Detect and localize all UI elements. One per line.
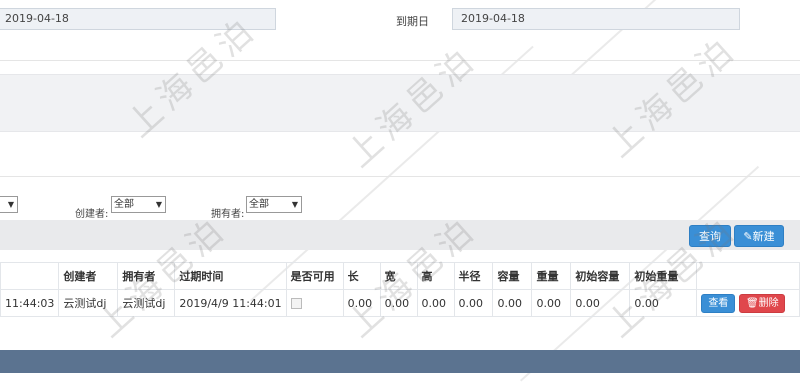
column-header: 高 (416, 262, 455, 290)
trash-icon: 🗑 (745, 298, 759, 309)
cell-actions: 查看 🗑删除 (696, 289, 800, 317)
enabled-checkbox[interactable] (290, 298, 302, 309)
column-header: 容量 (492, 262, 533, 290)
column-header: 重量 (531, 262, 572, 290)
cell-width: 0.00 (379, 289, 418, 317)
cell-creator: 云测试dj (58, 289, 119, 317)
table-header-row: 创建者 拥有者 过期时间 是否可用 长 宽 高 半径 容量 重量 初始容量 初始… (0, 262, 800, 290)
cell-enabled (285, 289, 344, 317)
divider (0, 60, 800, 61)
cell-time: 11:44:03 (0, 289, 60, 317)
prev-filter-select[interactable]: ▼ (0, 196, 18, 213)
creator-filter-label: 创建者: (75, 209, 109, 220)
column-header: 过期时间 (174, 262, 287, 290)
creator-filter-value: 全部 (114, 199, 134, 210)
owner-filter-select[interactable]: 全部 ▼ (246, 196, 302, 213)
query-button[interactable]: 查询 (689, 225, 731, 247)
start-date-field[interactable]: 2019-04-18 (0, 8, 276, 30)
column-header: 长 (342, 262, 381, 290)
cell-expire: 2019/4/9 11:44:01 (174, 289, 287, 317)
chevron-down-icon: ▼ (7, 200, 14, 209)
table-row: 11:44:03 云测试dj 云测试dj 2019/4/9 11:44:01 0… (0, 289, 800, 317)
column-header (0, 262, 60, 290)
new-label: 新建 (752, 230, 775, 243)
chevron-down-icon: ▼ (291, 200, 298, 209)
delete-button[interactable]: 🗑删除 (739, 294, 786, 313)
cell-init-capacity: 0.00 (570, 289, 631, 317)
column-header: 创建者 (58, 262, 119, 290)
query-label: 查询 (699, 230, 721, 243)
due-date-label: 到期日 (396, 15, 429, 28)
section-header-band (0, 74, 800, 132)
column-header: 拥有者 (117, 262, 176, 290)
view-label: 查看 (708, 298, 729, 309)
view-button[interactable]: 查看 (701, 294, 736, 313)
cell-height: 0.00 (416, 289, 455, 317)
column-header: 初始容量 (570, 262, 631, 290)
new-button[interactable]: ✎新建 (734, 225, 784, 247)
footer-bar (0, 350, 800, 373)
pencil-icon: ✎ (743, 230, 753, 243)
cell-capacity: 0.00 (492, 289, 533, 317)
column-header: 是否可用 (285, 262, 344, 290)
cell-radius: 0.00 (453, 289, 494, 317)
creator-filter-select[interactable]: 全部 ▼ (111, 196, 166, 213)
data-table: 创建者 拥有者 过期时间 是否可用 长 宽 高 半径 容量 重量 初始容量 初始… (0, 262, 800, 317)
cell-weight: 0.00 (531, 289, 572, 317)
column-header: 宽 (379, 262, 418, 290)
cell-owner: 云测试dj (117, 289, 176, 317)
owner-filter-label: 拥有者: (211, 209, 245, 220)
cell-length: 0.00 (342, 289, 381, 317)
delete-label: 删除 (758, 298, 779, 309)
column-header: 初始重量 (629, 262, 698, 290)
divider (0, 176, 800, 177)
column-header: 半径 (453, 262, 494, 290)
chevron-down-icon: ▼ (155, 200, 162, 209)
owner-filter-value: 全部 (249, 199, 269, 210)
toolbar-band (0, 220, 800, 250)
due-date-field[interactable]: 2019-04-18 (452, 8, 740, 30)
column-header (696, 262, 800, 290)
cell-init-weight: 0.00 (629, 289, 698, 317)
